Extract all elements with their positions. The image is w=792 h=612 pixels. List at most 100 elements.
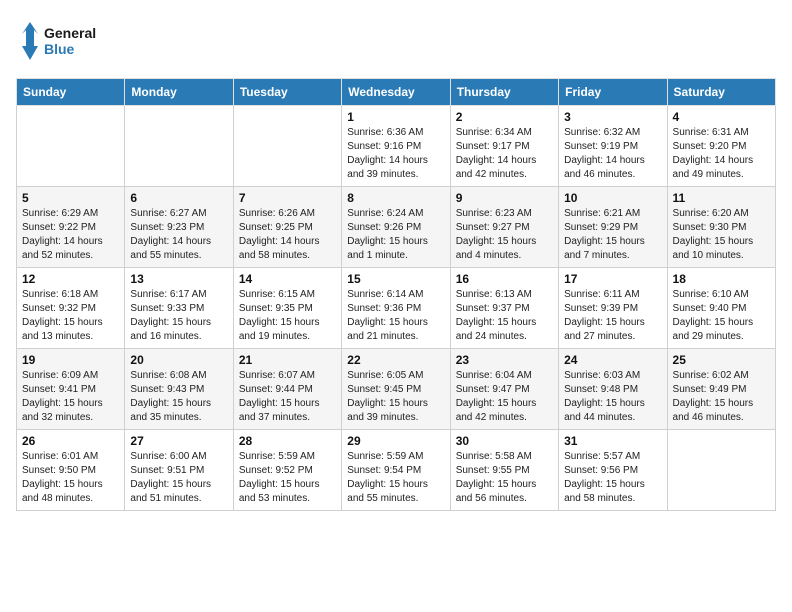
day-info: Sunrise: 5:58 AM Sunset: 9:55 PM Dayligh… (456, 450, 553, 506)
day-info: Sunrise: 6:02 AM Sunset: 9:49 PM Dayligh… (673, 369, 770, 425)
day-number: 1 (347, 110, 444, 124)
calendar-cell: 24 Sunrise: 6:03 AM Sunset: 9:48 PM Dayli… (559, 349, 667, 430)
calendar-cell: 31Sunrise: 5:57 AM Sunset: 9:56 PM Dayli… (559, 430, 667, 511)
calendar-cell: 6 Sunrise: 6:27 AM Sunset: 9:23 PM Daylig… (125, 187, 233, 268)
day-info: Sunrise: 6:31 AM Sunset: 9:20 PM Dayligh… (673, 126, 770, 182)
day-number: 26 (22, 434, 119, 448)
day-number: 18 (673, 272, 770, 286)
day-number: 15 (347, 272, 444, 286)
day-number: 14 (239, 272, 336, 286)
weekday-header-monday: Monday (125, 79, 233, 106)
svg-text:Blue: Blue (44, 41, 75, 57)
calendar-cell: 29 Sunrise: 5:59 AM Sunset: 9:54 PM Dayli… (342, 430, 450, 511)
logo: General Blue (16, 16, 96, 66)
calendar-cell: 18Sunrise: 6:10 AM Sunset: 9:40 PM Dayli… (667, 268, 775, 349)
day-info: Sunrise: 6:20 AM Sunset: 9:30 PM Dayligh… (673, 207, 770, 263)
day-number: 22 (347, 353, 444, 367)
calendar-week-2: 5Sunrise: 6:29 AM Sunset: 9:22 PM Daylig… (17, 187, 776, 268)
calendar-week-3: 12 Sunrise: 6:18 AM Sunset: 9:32 PM Dayli… (17, 268, 776, 349)
day-info: Sunrise: 6:04 AM Sunset: 9:47 PM Dayligh… (456, 369, 553, 425)
day-info: Sunrise: 6:24 AM Sunset: 9:26 PM Dayligh… (347, 207, 444, 263)
day-info: Sunrise: 6:27 AM Sunset: 9:23 PM Dayligh… (130, 207, 227, 263)
calendar-cell: 25 Sunrise: 6:02 AM Sunset: 9:49 PM Dayli… (667, 349, 775, 430)
day-number: 6 (130, 191, 227, 205)
day-info: Sunrise: 6:14 AM Sunset: 9:36 PM Dayligh… (347, 288, 444, 344)
calendar-cell: 28 Sunrise: 5:59 AM Sunset: 9:52 PM Dayli… (233, 430, 341, 511)
day-info: Sunrise: 6:08 AM Sunset: 9:43 PM Dayligh… (130, 369, 227, 425)
day-info: Sunrise: 6:00 AM Sunset: 9:51 PM Dayligh… (130, 450, 227, 506)
day-info: Sunrise: 6:17 AM Sunset: 9:33 PM Dayligh… (130, 288, 227, 344)
day-info: Sunrise: 5:59 AM Sunset: 9:54 PM Dayligh… (347, 450, 444, 506)
weekday-header-row: SundayMondayTuesdayWednesdayThursdayFrid… (17, 79, 776, 106)
day-number: 30 (456, 434, 553, 448)
day-info: Sunrise: 6:23 AM Sunset: 9:27 PM Dayligh… (456, 207, 553, 263)
day-info: Sunrise: 6:36 AM Sunset: 9:16 PM Dayligh… (347, 126, 444, 182)
calendar-cell: 22 Sunrise: 6:05 AM Sunset: 9:45 PM Dayli… (342, 349, 450, 430)
day-info: Sunrise: 6:09 AM Sunset: 9:41 PM Dayligh… (22, 369, 119, 425)
day-number: 25 (673, 353, 770, 367)
calendar-cell: 23 Sunrise: 6:04 AM Sunset: 9:47 PM Dayli… (450, 349, 558, 430)
day-number: 9 (456, 191, 553, 205)
calendar-week-4: 19 Sunrise: 6:09 AM Sunset: 9:41 PM Dayli… (17, 349, 776, 430)
calendar-cell: 4 Sunrise: 6:31 AM Sunset: 9:20 PM Daylig… (667, 106, 775, 187)
day-number: 24 (564, 353, 661, 367)
calendar-week-5: 26 Sunrise: 6:01 AM Sunset: 9:50 PM Dayli… (17, 430, 776, 511)
svg-text:General: General (44, 25, 96, 41)
day-info: Sunrise: 6:11 AM Sunset: 9:39 PM Dayligh… (564, 288, 661, 344)
day-number: 5 (22, 191, 119, 205)
weekday-header-sunday: Sunday (17, 79, 125, 106)
day-info: Sunrise: 6:18 AM Sunset: 9:32 PM Dayligh… (22, 288, 119, 344)
day-number: 8 (347, 191, 444, 205)
calendar-cell: 27Sunrise: 6:00 AM Sunset: 9:51 PM Dayli… (125, 430, 233, 511)
calendar-cell (125, 106, 233, 187)
day-info: Sunrise: 6:32 AM Sunset: 9:19 PM Dayligh… (564, 126, 661, 182)
calendar-cell: 8 Sunrise: 6:24 AM Sunset: 9:26 PM Daylig… (342, 187, 450, 268)
day-info: Sunrise: 6:26 AM Sunset: 9:25 PM Dayligh… (239, 207, 336, 263)
day-info: Sunrise: 6:01 AM Sunset: 9:50 PM Dayligh… (22, 450, 119, 506)
calendar-cell (667, 430, 775, 511)
day-info: Sunrise: 6:05 AM Sunset: 9:45 PM Dayligh… (347, 369, 444, 425)
day-number: 3 (564, 110, 661, 124)
day-number: 19 (22, 353, 119, 367)
calendar-cell: 5Sunrise: 6:29 AM Sunset: 9:22 PM Daylig… (17, 187, 125, 268)
calendar-week-1: 1 Sunrise: 6:36 AM Sunset: 9:16 PM Daylig… (17, 106, 776, 187)
calendar-cell: 16 Sunrise: 6:13 AM Sunset: 9:37 PM Dayli… (450, 268, 558, 349)
calendar-cell: 30 Sunrise: 5:58 AM Sunset: 9:55 PM Dayli… (450, 430, 558, 511)
calendar-cell (233, 106, 341, 187)
day-number: 4 (673, 110, 770, 124)
day-info: Sunrise: 6:13 AM Sunset: 9:37 PM Dayligh… (456, 288, 553, 344)
day-number: 23 (456, 353, 553, 367)
calendar-cell: 21Sunrise: 6:07 AM Sunset: 9:44 PM Dayli… (233, 349, 341, 430)
day-number: 29 (347, 434, 444, 448)
day-info: Sunrise: 6:03 AM Sunset: 9:48 PM Dayligh… (564, 369, 661, 425)
calendar-cell: 7Sunrise: 6:26 AM Sunset: 9:25 PM Daylig… (233, 187, 341, 268)
day-number: 16 (456, 272, 553, 286)
day-info: Sunrise: 5:57 AM Sunset: 9:56 PM Dayligh… (564, 450, 661, 506)
calendar-cell: 15 Sunrise: 6:14 AM Sunset: 9:36 PM Dayli… (342, 268, 450, 349)
day-number: 12 (22, 272, 119, 286)
weekday-header-wednesday: Wednesday (342, 79, 450, 106)
day-number: 2 (456, 110, 553, 124)
weekday-header-saturday: Saturday (667, 79, 775, 106)
calendar-cell: 9 Sunrise: 6:23 AM Sunset: 9:27 PM Daylig… (450, 187, 558, 268)
day-number: 21 (239, 353, 336, 367)
calendar-cell: 19 Sunrise: 6:09 AM Sunset: 9:41 PM Dayli… (17, 349, 125, 430)
calendar-cell: 26 Sunrise: 6:01 AM Sunset: 9:50 PM Dayli… (17, 430, 125, 511)
calendar-cell: 2 Sunrise: 6:34 AM Sunset: 9:17 PM Daylig… (450, 106, 558, 187)
day-number: 28 (239, 434, 336, 448)
logo-svg: General Blue (16, 16, 96, 66)
day-info: Sunrise: 6:34 AM Sunset: 9:17 PM Dayligh… (456, 126, 553, 182)
day-number: 11 (673, 191, 770, 205)
weekday-header-tuesday: Tuesday (233, 79, 341, 106)
calendar-cell: 10Sunrise: 6:21 AM Sunset: 9:29 PM Dayli… (559, 187, 667, 268)
day-number: 10 (564, 191, 661, 205)
day-info: Sunrise: 6:15 AM Sunset: 9:35 PM Dayligh… (239, 288, 336, 344)
calendar-cell: 1 Sunrise: 6:36 AM Sunset: 9:16 PM Daylig… (342, 106, 450, 187)
calendar-cell: 12 Sunrise: 6:18 AM Sunset: 9:32 PM Dayli… (17, 268, 125, 349)
day-info: Sunrise: 5:59 AM Sunset: 9:52 PM Dayligh… (239, 450, 336, 506)
calendar-cell: 13Sunrise: 6:17 AM Sunset: 9:33 PM Dayli… (125, 268, 233, 349)
day-number: 20 (130, 353, 227, 367)
calendar-cell: 20 Sunrise: 6:08 AM Sunset: 9:43 PM Dayli… (125, 349, 233, 430)
calendar-cell: 14 Sunrise: 6:15 AM Sunset: 9:35 PM Dayli… (233, 268, 341, 349)
weekday-header-friday: Friday (559, 79, 667, 106)
